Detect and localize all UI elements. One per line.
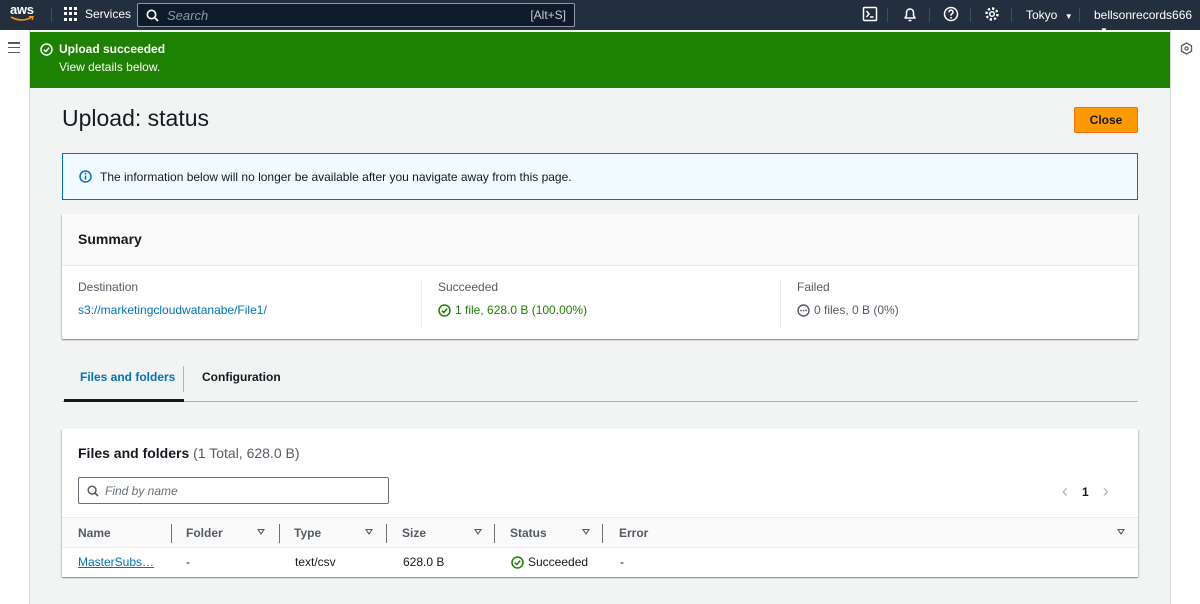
hamburger-menu-icon[interactable] — [8, 42, 20, 53]
terminal-icon — [862, 6, 878, 22]
close-button[interactable]: Close — [1074, 107, 1138, 133]
files-title: Files and folders (1 Total, 628.0 B) — [78, 445, 300, 461]
succeeded-column: Succeeded 1 file, 628.0 B (100.00%) — [421, 280, 780, 328]
find-by-name-input[interactable]: Find by name — [78, 477, 389, 504]
help-button[interactable] — [943, 6, 959, 22]
column-error[interactable]: Error — [619, 526, 648, 540]
success-icon — [438, 303, 451, 317]
destination-column: Destination s3://marketingcloudwatanabe/… — [62, 280, 421, 328]
info-panel-icon[interactable] — [1180, 42, 1193, 55]
failed-column: Failed 0 files, 0 B (0%) — [780, 280, 1136, 328]
sort-icon[interactable] — [474, 529, 482, 535]
flash-title: Upload succeeded — [59, 42, 166, 56]
column-folder[interactable]: Folder — [186, 526, 223, 540]
page-title: Upload: status — [62, 105, 210, 131]
help-icon — [943, 6, 959, 22]
table-header: Name Folder Type Size Status Error — [62, 517, 1138, 548]
sort-icon[interactable] — [1117, 529, 1125, 535]
column-name[interactable]: Name — [78, 526, 111, 540]
tab-files-and-folders[interactable]: Files and folders — [80, 370, 175, 384]
info-text: The information below will no longer be … — [100, 169, 572, 184]
pending-icon — [797, 303, 810, 317]
filter-placeholder: Find by name — [105, 483, 178, 498]
summary-panel: Summary Destination s3://marketingcloudw… — [62, 214, 1138, 339]
sort-icon[interactable] — [257, 529, 265, 535]
succeeded-value: 1 file, 628.0 B (100.00%) — [455, 303, 588, 317]
search-icon — [87, 484, 99, 497]
gear-icon — [985, 7, 999, 21]
page-number[interactable]: 1 — [1082, 485, 1089, 499]
column-status[interactable]: Status — [510, 526, 547, 540]
previous-page-icon[interactable]: ‹ — [1062, 481, 1068, 502]
pagination: ‹ 1 › — [1062, 481, 1109, 502]
success-icon — [511, 555, 524, 569]
caret-down-icon: ▼ — [1064, 12, 1073, 21]
failed-value: 0 files, 0 B (0%) — [814, 303, 899, 317]
sort-icon[interactable] — [582, 529, 590, 535]
summary-title: Summary — [62, 214, 1138, 266]
tab-configuration[interactable]: Configuration — [202, 370, 281, 384]
right-rail — [1170, 30, 1200, 604]
destination-label: Destination — [78, 280, 139, 294]
services-menu-button[interactable]: Services — [64, 7, 131, 21]
check-circle-icon — [40, 42, 53, 56]
top-navigation: aws Services Search [Alt+S] Tokyo ▼ bell… — [0, 0, 1200, 35]
tab-bar: Files and folders Configuration — [62, 364, 1138, 402]
region-label: Tokyo — [1026, 8, 1058, 22]
settings-button[interactable] — [984, 6, 1000, 22]
account-label: bellsonrecords666 — [1094, 8, 1193, 22]
search-icon — [146, 9, 159, 22]
bell-icon — [904, 8, 916, 22]
flash-subtitle: View details below. — [59, 60, 161, 74]
aws-logo[interactable]: aws — [10, 3, 40, 26]
column-type[interactable]: Type — [294, 526, 321, 540]
type-cell: text/csv — [295, 555, 336, 569]
size-cell: 628.0 B — [403, 555, 445, 569]
failed-label: Failed — [797, 280, 830, 294]
cloudshell-button[interactable] — [862, 6, 878, 22]
destination-link[interactable]: s3://marketingcloudwatanabe/File1/ — [78, 303, 267, 317]
files-count: (1 Total, 628.0 B) — [193, 445, 300, 461]
info-alert: The information below will no longer be … — [62, 153, 1138, 200]
active-tab-indicator — [64, 399, 184, 402]
search-input[interactable]: Search [Alt+S] — [137, 3, 575, 27]
success-flash-banner: Upload succeeded View details below. — [30, 32, 1170, 88]
sort-icon[interactable] — [365, 529, 373, 535]
region-selector[interactable]: Tokyo ▼ — [1026, 8, 1073, 22]
files-panel: Files and folders (1 Total, 628.0 B) Fin… — [62, 429, 1138, 577]
search-shortcut: [Alt+S] — [530, 8, 566, 22]
column-size[interactable]: Size — [402, 526, 426, 540]
grid-icon — [64, 7, 78, 21]
left-rail — [0, 30, 30, 604]
file-name-link[interactable]: MasterSubs… — [78, 555, 154, 569]
succeeded-label: Succeeded — [438, 280, 499, 294]
next-page-icon[interactable]: › — [1103, 481, 1109, 502]
folder-cell: - — [186, 555, 190, 569]
status-cell: Succeeded — [511, 555, 588, 569]
services-label: Services — [85, 7, 132, 21]
status-text: Succeeded — [528, 555, 589, 569]
info-icon — [79, 170, 92, 183]
search-placeholder: Search — [167, 7, 209, 23]
error-cell: - — [620, 555, 624, 569]
notifications-button[interactable] — [902, 6, 918, 22]
